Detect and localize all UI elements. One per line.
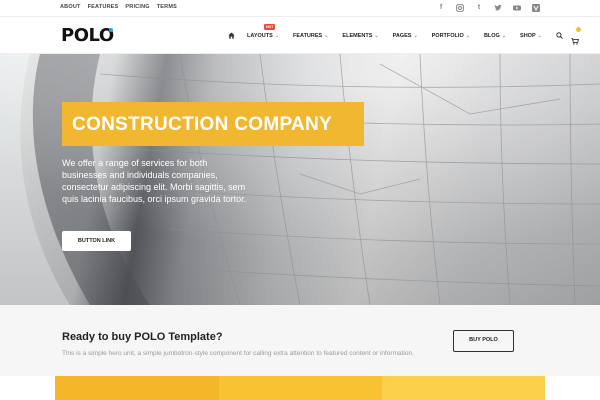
nav-pages[interactable]: PAGES ⌄ bbox=[393, 33, 418, 39]
vine-icon[interactable] bbox=[532, 3, 540, 13]
hot-badge: HOT bbox=[264, 23, 276, 30]
nav-pages-label: PAGES bbox=[392, 32, 412, 39]
feature-band-2 bbox=[219, 376, 382, 400]
instagram-icon[interactable] bbox=[456, 3, 464, 13]
top-bar: ABOUT FEATURES PRICING TERMS f t bbox=[0, 0, 600, 17]
nav-elements-label: ELEMENTS bbox=[342, 32, 373, 39]
chevron-down-icon: ⌄ bbox=[324, 32, 329, 39]
hero-title-box: CONSTRUCTION COMPANY bbox=[62, 102, 364, 146]
nav-portfolio[interactable]: PORTFOLIO ⌄ bbox=[432, 33, 470, 39]
nav-shop[interactable]: SHOP ⌄ bbox=[520, 33, 542, 39]
logo[interactable]: POLO bbox=[61, 25, 114, 46]
hero-section: CONSTRUCTION COMPANY We offer a range of… bbox=[0, 54, 600, 305]
cta-title: Ready to buy POLO Template? bbox=[62, 331, 223, 343]
chevron-down-icon: ⌄ bbox=[501, 32, 507, 39]
top-link-about[interactable]: ABOUT bbox=[60, 4, 81, 10]
hero-button-link[interactable]: BUTTON LINK bbox=[62, 231, 131, 251]
nav-features-label: FEATURES bbox=[292, 32, 323, 39]
logo-accent-dot bbox=[109, 28, 113, 32]
buy-polo-button[interactable]: BUY POLO bbox=[453, 330, 514, 352]
facebook-icon[interactable]: f bbox=[437, 3, 445, 13]
nav-shop-label: SHOP bbox=[520, 32, 536, 39]
top-links: ABOUT FEATURES PRICING TERMS bbox=[60, 4, 177, 10]
chevron-down-icon: ⌄ bbox=[374, 32, 379, 39]
chevron-down-icon: ⌄ bbox=[465, 32, 470, 39]
cart-icon[interactable] bbox=[571, 27, 581, 45]
main-nav: LAYOUTS ⌄ HOT FEATURES ⌄ ELEMENTS ⌄ PAGES ⌄ … bbox=[228, 23, 581, 45]
cart-glyph bbox=[571, 38, 579, 45]
top-link-terms[interactable]: TERMS bbox=[157, 4, 177, 10]
social-links: f t bbox=[437, 3, 540, 13]
twitter-icon[interactable] bbox=[494, 3, 502, 13]
cart-count-badge bbox=[575, 27, 581, 32]
hero-title: CONSTRUCTION COMPANY bbox=[72, 114, 333, 135]
chevron-down-icon: ⌄ bbox=[537, 32, 542, 39]
nav-features[interactable]: FEATURES ⌄ bbox=[293, 33, 328, 39]
youtube-icon[interactable] bbox=[513, 3, 521, 13]
tumblr-icon[interactable]: t bbox=[475, 3, 483, 13]
nav-elements[interactable]: ELEMENTS ⌄ bbox=[342, 33, 378, 39]
cta-description: This is a simple hero unit, a simple jum… bbox=[62, 350, 414, 357]
chevron-down-icon: ⌄ bbox=[274, 32, 279, 39]
nav-blog[interactable]: BLOG ⌄ bbox=[484, 33, 506, 39]
nav-layouts[interactable]: LAYOUTS ⌄ HOT bbox=[247, 23, 279, 39]
nav-portfolio-label: PORTFOLIO bbox=[431, 32, 464, 39]
call-to-action-section: Ready to buy POLO Template? This is a si… bbox=[0, 305, 600, 376]
main-header: POLO LAYOUTS ⌄ HOT FEATURES ⌄ ELEMENTS ⌄ PA… bbox=[0, 17, 600, 54]
feature-band-1 bbox=[55, 376, 219, 400]
top-link-pricing[interactable]: PRICING bbox=[125, 4, 149, 10]
nav-blog-label: BLOG bbox=[483, 32, 500, 39]
top-link-features[interactable]: FEATURES bbox=[88, 4, 119, 10]
hero-description: We offer a range of services for both bu… bbox=[62, 158, 247, 204]
nav-layouts-label: LAYOUTS bbox=[247, 32, 273, 39]
home-icon[interactable] bbox=[228, 31, 235, 39]
feature-band-3 bbox=[382, 376, 545, 400]
search-icon[interactable] bbox=[556, 32, 563, 39]
chevron-down-icon: ⌄ bbox=[413, 32, 418, 39]
